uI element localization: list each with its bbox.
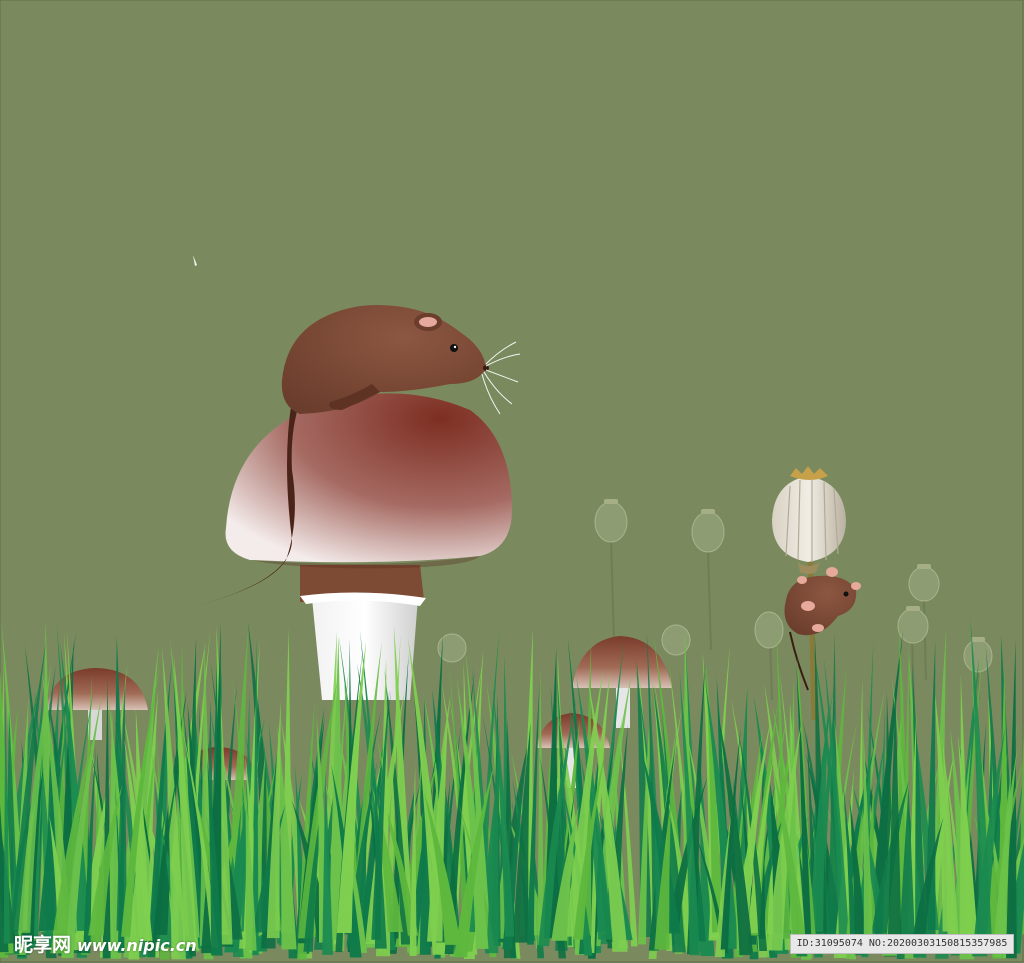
watermark-site: www.nipic.cn: [77, 936, 197, 955]
watermark-id-badge: ID:31095074 NO:20200303150815357985: [790, 934, 1014, 954]
watermark-logo: 昵享网 www.nipic.cn: [14, 930, 197, 957]
watermark-brand: 昵享网: [14, 934, 72, 956]
illustration-scene: [0, 0, 1024, 963]
